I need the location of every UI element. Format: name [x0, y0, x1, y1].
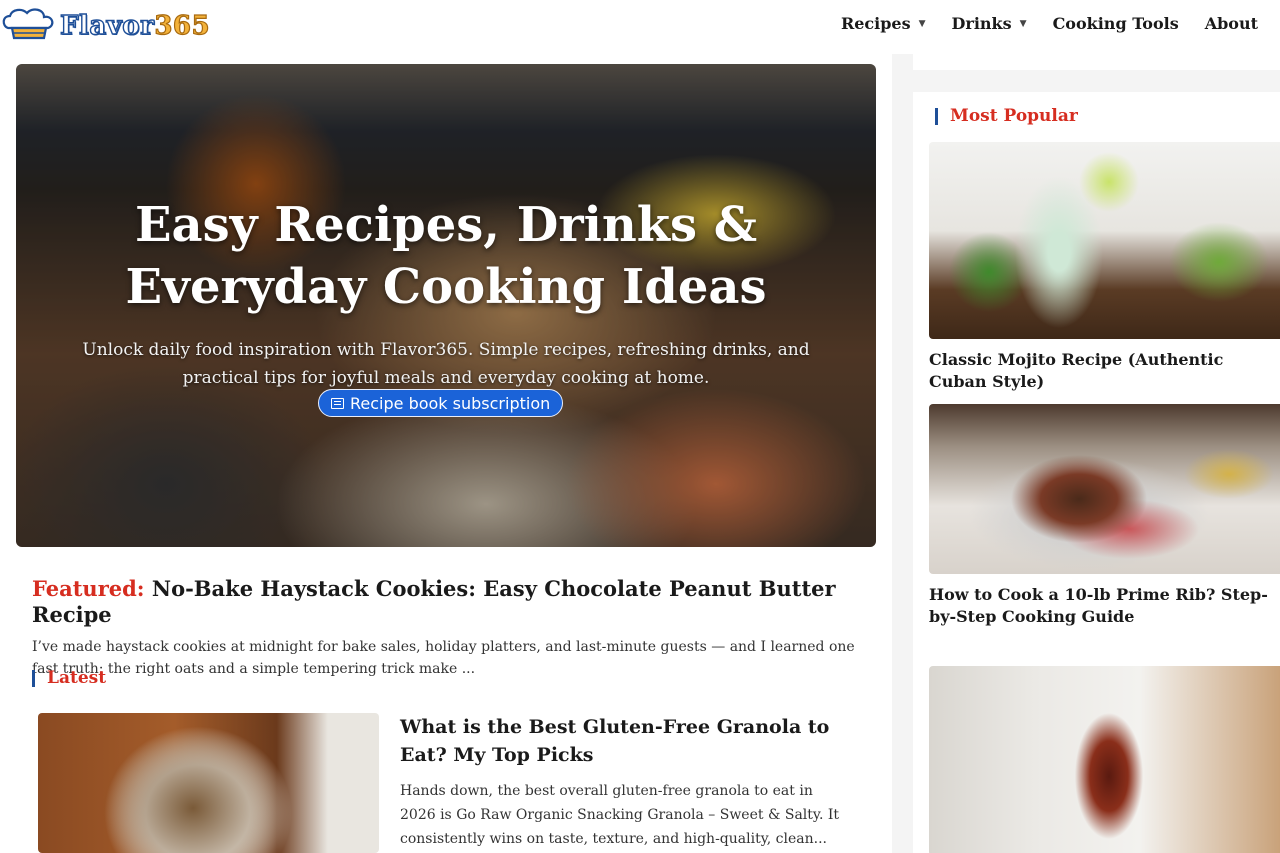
nav-label-drinks: Drinks [951, 14, 1012, 33]
sidebar-most-popular: Most Popular Classic Mojito Recipe (Auth… [913, 92, 1280, 853]
prime-rib-image[interactable] [929, 404, 1280, 574]
recipe-book-subscription-button[interactable]: Recipe book subscription [318, 389, 564, 417]
nav-item-cooking-tools[interactable]: Cooking Tools [1053, 14, 1179, 33]
section-marker [935, 107, 938, 125]
latest-heading: Latest [32, 668, 106, 688]
featured-excerpt: I’ve made haystack cookies at midnight f… [32, 639, 855, 677]
hero-title-line-2: Everyday Cooking Ideas [125, 259, 767, 315]
popular-item: How to Cook a 10-lb Prime Rib? Step-by-S… [929, 404, 1280, 628]
featured-post: Featured: No-Bake Haystack Cookies: Easy… [32, 576, 862, 680]
latest-heading-label: Latest [47, 668, 107, 688]
nav-item-about[interactable]: About [1205, 14, 1258, 33]
latest-post-card: What is the Best Gluten-Free Granola to … [38, 713, 848, 853]
hero-title-line-1: Easy Recipes, Drinks & [134, 197, 758, 253]
most-popular-heading-label: Most Popular [950, 106, 1078, 126]
site-logo[interactable]: Flavor365 [0, 6, 210, 46]
newspaper-icon [331, 397, 344, 409]
nav-item-recipes[interactable]: Recipes ▼ [841, 14, 926, 33]
nav-item-drinks[interactable]: Drinks ▼ [952, 14, 1027, 33]
caret-down-icon: ▼ [1019, 18, 1027, 29]
latest-post-title[interactable]: What is the Best Gluten-Free Granola to … [400, 713, 840, 769]
chef-hat-icon [2, 8, 54, 40]
site-logo-text: Flavor365 [59, 10, 211, 41]
sidebar-top-widget [913, 54, 1280, 70]
featured-post-title[interactable]: Featured: No-Bake Haystack Cookies: Easy… [32, 576, 862, 628]
logo-word-flavor: Flavor [59, 10, 155, 41]
caret-down-icon: ▼ [918, 18, 926, 29]
hero-subtitle: Unlock daily food inspiration with Flavo… [82, 340, 810, 388]
popular-item [929, 666, 1280, 853]
section-marker [32, 669, 35, 687]
nav-label-recipes: Recipes [840, 14, 911, 33]
hero-title: Easy Recipes, Drinks & Everyday Cooking … [16, 194, 876, 318]
main-content: Easy Recipes, Drinks & Everyday Cooking … [0, 54, 892, 853]
site-header: Flavor365 Recipes ▼ Drinks ▼ Cooking Too… [0, 0, 1280, 54]
most-popular-heading: Most Popular [935, 106, 1078, 126]
featured-tag: Featured: [32, 576, 145, 601]
granola-thumbnail[interactable] [38, 713, 379, 853]
popular-item-title[interactable]: How to Cook a 10-lb Prime Rib? Step-by-S… [929, 584, 1269, 628]
nav-label-about: About [1204, 14, 1258, 33]
cta-label: Recipe book subscription [350, 393, 551, 413]
hero-banner: Easy Recipes, Drinks & Everyday Cooking … [16, 64, 876, 547]
iced-tea-image[interactable] [929, 666, 1280, 853]
popular-item: Classic Mojito Recipe (Authentic Cuban S… [929, 142, 1280, 393]
latest-post-excerpt: Hands down, the best overall gluten-free… [400, 783, 840, 847]
main-nav: Recipes ▼ Drinks ▼ Cooking Tools About [841, 14, 1258, 33]
popular-item-title[interactable]: Classic Mojito Recipe (Authentic Cuban S… [929, 349, 1269, 393]
nav-label-cooking-tools: Cooking Tools [1052, 14, 1179, 33]
featured-title-text: No-Bake Haystack Cookies: Easy Chocolate… [32, 576, 836, 627]
logo-word-365: 365 [154, 10, 211, 41]
mojito-image[interactable] [929, 142, 1280, 339]
